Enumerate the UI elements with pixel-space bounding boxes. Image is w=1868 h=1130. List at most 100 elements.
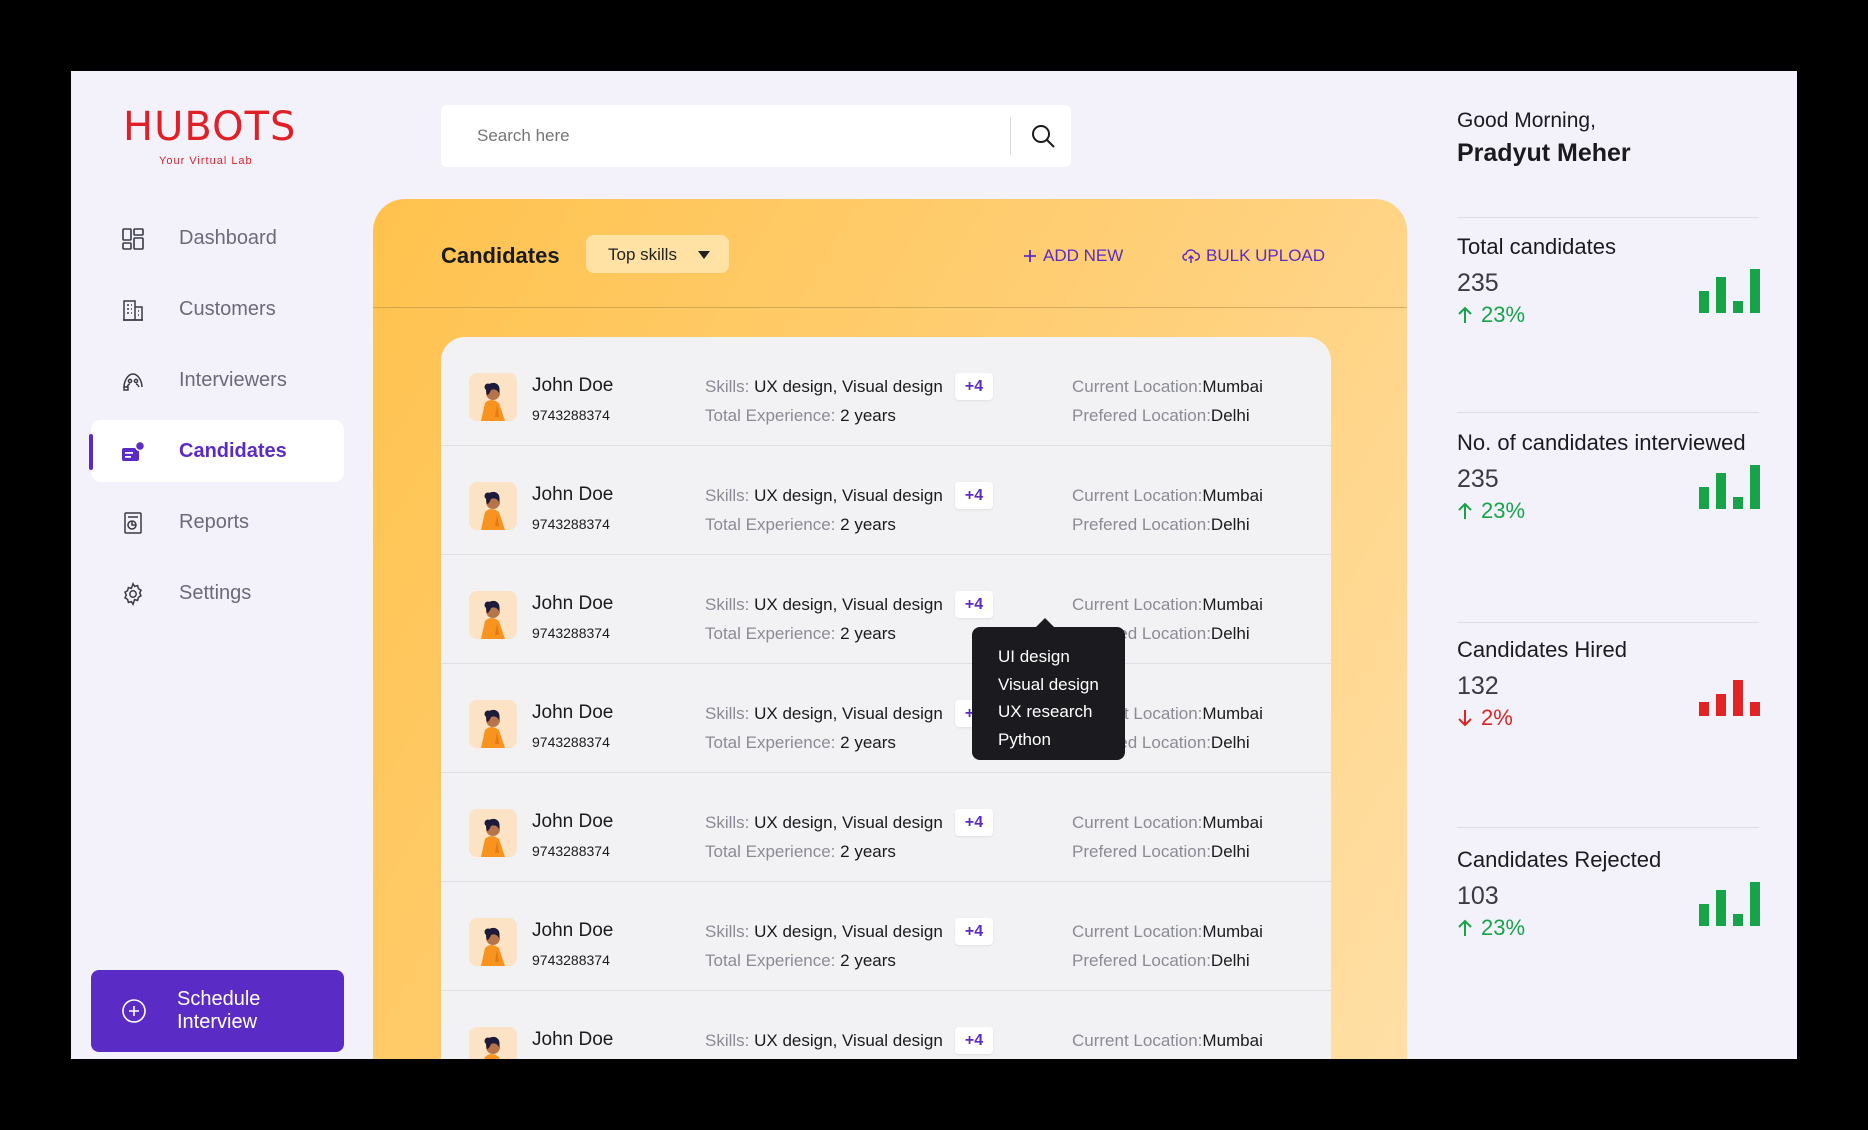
- more-skills-badge[interactable]: +4: [955, 591, 993, 618]
- bar: [1699, 904, 1709, 926]
- sidebar-item-reports[interactable]: Reports: [91, 491, 344, 553]
- stat-change-value: 23%: [1481, 498, 1526, 523]
- more-skills-badge[interactable]: +4: [955, 809, 993, 836]
- avatar: [469, 373, 517, 421]
- sidebar-item-candidates[interactable]: Candidates: [89, 420, 344, 482]
- bar: [1733, 497, 1743, 509]
- candidate-phone: 9743288374: [532, 516, 610, 532]
- candidate-skills: Skills: UX design, Visual design: [705, 377, 943, 397]
- current-location: Current Location:Mumbai: [1072, 377, 1263, 397]
- candidate-name: John Doe: [532, 811, 614, 832]
- mini-bar-chart: [1699, 269, 1761, 313]
- candidate-row[interactable]: John Doe9743288374Skills: UX design, Vis…: [441, 337, 1331, 446]
- candidate-experience: Total Experience: 2 years: [705, 515, 896, 535]
- candidate-name: John Doe: [532, 1029, 614, 1050]
- preferred-location-value: Delhi: [1210, 406, 1250, 425]
- experience-label: Total Experience:: [705, 624, 836, 643]
- skills-value: UX design, Visual design: [754, 813, 943, 832]
- panel-divider: [373, 307, 1407, 308]
- sidebar-item-customers[interactable]: Customers: [91, 278, 344, 340]
- candidate-avatar-illustration: [469, 1027, 517, 1059]
- skills-label: Skills:: [705, 595, 750, 614]
- experience-label: Total Experience:: [705, 733, 836, 752]
- current-location: Current Location:Mumbai: [1072, 1031, 1263, 1051]
- search-icon[interactable]: [1029, 122, 1057, 150]
- preferred-location-label: Prefered Location:: [1072, 515, 1211, 534]
- current-location-value: Mumbai: [1202, 813, 1263, 832]
- cloud-upload-icon: [1182, 249, 1200, 263]
- tooltip-skill: UI design: [998, 647, 1070, 666]
- avatar: [469, 591, 517, 639]
- candidate-experience: Total Experience: 2 years: [705, 733, 896, 753]
- candidate-skills: Skills: UX design, Visual design: [705, 704, 943, 724]
- add-new-button[interactable]: ADD NEW: [1023, 246, 1123, 266]
- candidate-skills: Skills: UX design, Visual design: [705, 922, 943, 942]
- bar: [1716, 277, 1726, 313]
- candidate-phone: 9743288374: [532, 734, 610, 750]
- user-name: Pradyut Meher: [1457, 139, 1631, 167]
- more-skills-badge[interactable]: +4: [955, 1027, 993, 1054]
- stat-change-value: 23%: [1481, 915, 1526, 940]
- candidate-skills: Skills: UX design, Visual design: [705, 486, 943, 506]
- skills-label: Skills:: [705, 1031, 750, 1050]
- bulk-upload-button[interactable]: BULK UPLOAD: [1182, 246, 1325, 266]
- dashboard-icon: [122, 228, 144, 250]
- arrow-up-icon: [1458, 306, 1472, 323]
- divider: [1457, 622, 1759, 623]
- preferred-location-value: Delhi: [1210, 733, 1250, 752]
- more-skills-badge[interactable]: +4: [955, 482, 993, 509]
- candidate-name: John Doe: [532, 593, 614, 614]
- stat-value: 235: [1457, 465, 1499, 493]
- candidate-experience: Total Experience: 2 years: [705, 842, 896, 862]
- candidate-row[interactable]: John Doe9743288374Skills: UX design, Vis…: [441, 991, 1331, 1059]
- stat-title: Total candidates: [1457, 234, 1616, 259]
- skills-label: Skills:: [705, 813, 750, 832]
- candidate-row[interactable]: John Doe9743288374Skills: UX design, Vis…: [441, 882, 1331, 991]
- current-location-label: Current Location:: [1072, 1031, 1203, 1050]
- top-skills-dropdown[interactable]: Top skills: [586, 235, 729, 273]
- experience-label: Total Experience:: [705, 406, 836, 425]
- stat-value: 103: [1457, 882, 1499, 910]
- report-icon: [124, 512, 142, 534]
- skills-label: Skills:: [705, 922, 750, 941]
- candidate-row[interactable]: John Doe9743288374Skills: UX design, Vis…: [441, 446, 1331, 555]
- sidebar-item-interviewers[interactable]: Interviewers: [91, 349, 344, 411]
- sidebar-item-label: Reports: [179, 510, 250, 533]
- skills-value: UX design, Visual design: [754, 1031, 943, 1050]
- candidate-row[interactable]: John Doe9743288374Skills: UX design, Vis…: [441, 664, 1331, 773]
- preferred-location-value: Delhi: [1210, 624, 1250, 643]
- candidate-phone: 9743288374: [532, 952, 610, 968]
- more-skills-badge[interactable]: +4: [955, 373, 993, 400]
- tooltip-skill: Visual design: [998, 674, 1099, 694]
- stat-change: 2%: [1457, 705, 1513, 731]
- current-location-value: Mumbai: [1202, 595, 1263, 614]
- more-skills-badge[interactable]: +4: [955, 918, 993, 945]
- bar: [1733, 301, 1743, 313]
- preferred-location-value: Delhi: [1210, 951, 1250, 970]
- preferred-location: Prefered Location:Delhi: [1072, 406, 1250, 426]
- building-icon: [123, 300, 143, 321]
- stat-title: No. of candidates interviewed: [1457, 430, 1746, 455]
- candidate-row[interactable]: John Doe9743288374Skills: UX design, Vis…: [441, 773, 1331, 882]
- skills-label: Skills:: [705, 486, 750, 505]
- current-location-value: Mumbai: [1202, 1031, 1263, 1050]
- sidebar-item-settings[interactable]: Settings: [91, 562, 344, 624]
- bar: [1716, 473, 1726, 509]
- search-input[interactable]: [475, 125, 979, 147]
- arrow-up-icon: [1458, 919, 1472, 936]
- sidebar-nav: Dashboard Customers Interviewers Candida…: [71, 207, 371, 633]
- stat-change-value: 23%: [1481, 302, 1526, 327]
- sidebar-item-label: Settings: [179, 581, 252, 604]
- logo[interactable]: HUBOTS Your Virtual Lab: [123, 107, 323, 167]
- sidebar-item-dashboard[interactable]: Dashboard: [91, 207, 344, 269]
- current-location-label: Current Location:: [1072, 813, 1203, 832]
- schedule-interview-button[interactable]: Schedule Interview: [91, 970, 344, 1052]
- candidate-row[interactable]: John Doe9743288374Skills: UX design, Vis…: [441, 555, 1331, 664]
- bar: [1750, 465, 1760, 509]
- current-location-label: Current Location:: [1072, 922, 1203, 941]
- sidebar-item-label: Candidates: [179, 439, 287, 462]
- bar: [1699, 487, 1709, 509]
- skills-value: UX design, Visual design: [754, 595, 943, 614]
- app-window: HUBOTS Your Virtual Lab Dashboard Custom…: [71, 71, 1797, 1059]
- skills-label: Skills:: [705, 704, 750, 723]
